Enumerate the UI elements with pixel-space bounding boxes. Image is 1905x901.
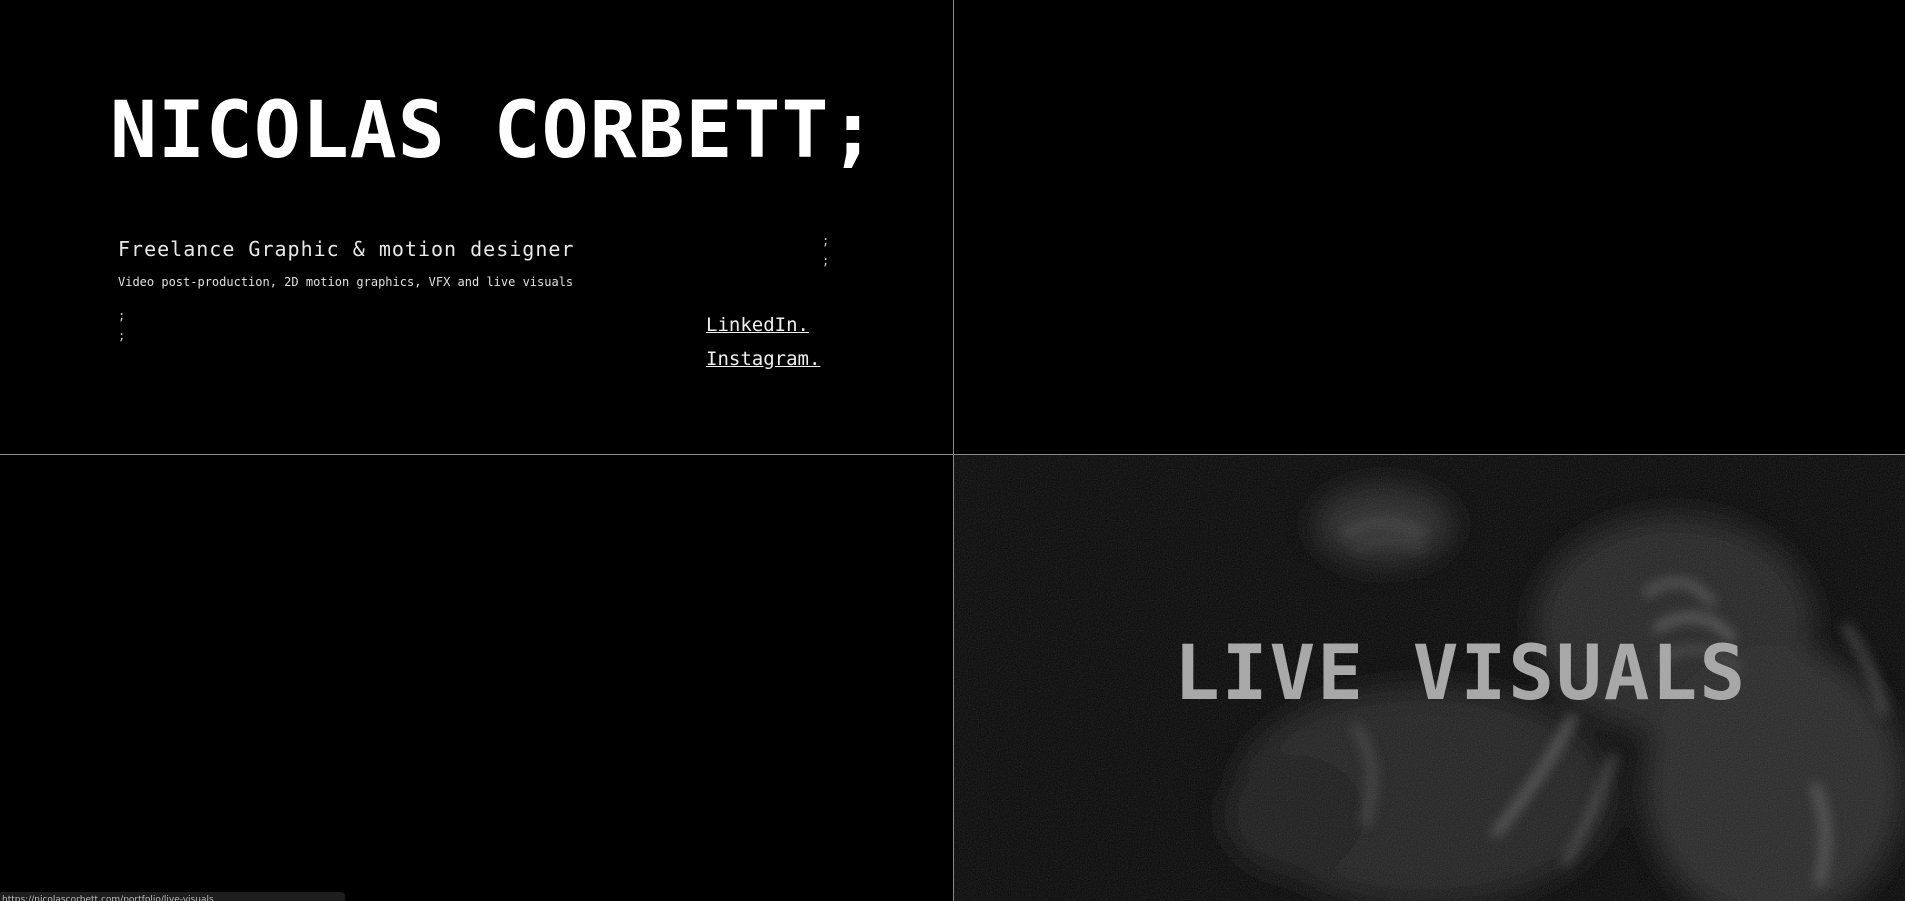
linkedin-link[interactable]: LinkedIn. — [706, 308, 820, 342]
project-tile-bottom-left[interactable] — [0, 455, 953, 901]
site-title: NICOLAS CORBETT; — [110, 86, 878, 176]
social-links: LinkedIn. Instagram. — [706, 308, 820, 376]
project-tile-top-right[interactable] — [954, 0, 1905, 454]
project-tile-live-visuals[interactable]: LIVE VISUALS — [954, 455, 1905, 901]
live-visuals-title[interactable]: LIVE VISUALS — [1174, 635, 1747, 711]
role-subtitle: Freelance Graphic & motion designer — [118, 237, 575, 261]
services-description: Video post-production, 2D motion graphic… — [118, 275, 574, 289]
semicolon-decoration-right: ; ; — [822, 234, 830, 268]
semicolon-decoration-left: ; ; — [118, 309, 126, 343]
instagram-link[interactable]: Instagram. — [706, 342, 820, 376]
link-hover-status-bar: https://nicolascorbett.com/portfolio/liv… — [0, 892, 345, 901]
intro-panel: NICOLAS CORBETT; Freelance Graphic & mot… — [0, 0, 953, 454]
